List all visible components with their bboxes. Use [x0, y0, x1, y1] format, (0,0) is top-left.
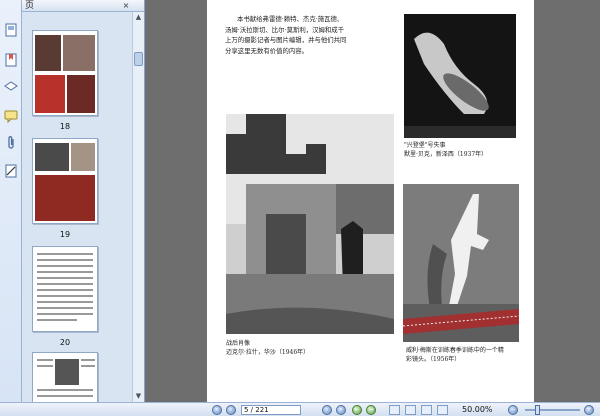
baseball-caption: 威利·梅斯在训练春季训练中的一个精 彩镜头。（1956年）: [406, 346, 526, 364]
comment-icon[interactable]: [3, 108, 19, 124]
continuous-facing-view-icon[interactable]: [437, 405, 448, 415]
document-page: 本书献给弗雷德·赖特、杰克·施瓦德、 汤姆·沃拉斯切、比尔·莫斯利，汉姆和成千 …: [207, 0, 534, 402]
intro-paragraph: 本书献给弗雷德·赖特、杰克·施瓦德、 汤姆·沃拉斯切、比尔·莫斯利，汉姆和成千 …: [225, 14, 375, 56]
caption-credit: 迈克尔·拉什，华沙（1946年）: [226, 349, 310, 356]
pdf-viewer-window: 页 × ▲ ▼ 18 19 20 本书献给弗雷德·赖特、杰克·施瓦德、 汤姆·沃…: [0, 0, 600, 416]
zoom-out-icon[interactable]: −: [508, 405, 518, 415]
thumb-text-line: [37, 265, 93, 267]
thumb-text-line: [37, 307, 93, 309]
caption-credit: 默里·贝克，新泽西（1937年）: [404, 151, 488, 158]
single-page-view-icon[interactable]: [389, 405, 400, 415]
thumbnail-page-number: 18: [59, 122, 71, 131]
intro-line: 分享这里无数有价值的内容。: [225, 46, 309, 55]
war-portrait-photo: [226, 114, 394, 334]
baseball-photo: [402, 184, 520, 342]
thumb-photo: [35, 143, 69, 171]
thumb-text-line: [81, 365, 95, 367]
layers-icon[interactable]: [3, 78, 19, 94]
thumb-text-line: [37, 301, 93, 303]
intro-line: 本书献给弗雷德·赖特、杰克·施瓦德、: [237, 15, 344, 23]
first-page-icon[interactable]: «: [212, 405, 222, 415]
pages-thumbnail-panel: 页 × ▲ ▼ 18 19 20: [22, 0, 145, 402]
attachment-icon[interactable]: [3, 135, 19, 151]
page-number-input[interactable]: 5 / 221: [241, 405, 301, 415]
thumb-text-line: [37, 389, 93, 391]
thumb-text-line: [37, 283, 93, 285]
hindenburg-photo: [404, 14, 516, 138]
thumb-photo: [35, 35, 61, 71]
caption-title: "兴登堡"号失事: [404, 142, 446, 149]
thumb-text-line: [37, 313, 93, 315]
status-bar: « ‹ 5 / 221 › » ← → 50.00% − +: [0, 402, 600, 416]
thumb-text-line: [37, 365, 53, 367]
thumb-text-line: [37, 289, 93, 291]
previous-page-icon[interactable]: ‹: [226, 405, 236, 415]
intro-line: 汤姆·沃拉斯切、比尔·莫斯利，汉姆和成千: [225, 25, 345, 34]
scroll-up-icon[interactable]: ▲: [134, 13, 143, 22]
intro-line: 上万的摄影记者与图片编辑，并与他们共同: [225, 36, 347, 44]
scrollbar-thumb[interactable]: [134, 52, 143, 66]
thumbnail-page-number: 19: [59, 230, 71, 239]
signature-icon[interactable]: [3, 163, 19, 179]
war-caption: 战后肖像 迈克尔·拉什，华沙（1946年）: [226, 339, 366, 357]
thumb-text-line: [37, 271, 93, 273]
last-page-icon[interactable]: »: [336, 405, 346, 415]
pages-icon[interactable]: [3, 22, 19, 38]
page-thumbnail-18[interactable]: [32, 30, 98, 116]
thumb-text-line: [37, 319, 77, 321]
caption-line: 威利·梅斯在训练春季训练中的一个精: [406, 347, 504, 354]
panel-scrollbar[interactable]: ▲ ▼: [132, 12, 144, 402]
navigation-tool-strip: [0, 0, 22, 402]
thumb-photo: [35, 175, 95, 221]
forward-icon[interactable]: →: [366, 405, 376, 415]
zoom-slider[interactable]: [525, 409, 580, 411]
next-page-icon[interactable]: ›: [322, 405, 332, 415]
thumb-text-line: [37, 259, 93, 261]
zoom-level: 50.00%: [462, 405, 493, 414]
close-icon[interactable]: ×: [121, 1, 131, 11]
thumb-text-line: [81, 359, 95, 361]
document-view[interactable]: 本书献给弗雷德·赖特、杰克·施瓦德、 汤姆·沃拉斯切、比尔·莫斯利，汉姆和成千 …: [146, 0, 600, 402]
page-thumbnail-20[interactable]: [32, 246, 98, 332]
zoom-slider-handle[interactable]: [535, 405, 540, 415]
continuous-view-icon[interactable]: [405, 405, 416, 415]
panel-header: 页 ×: [22, 0, 144, 12]
page-thumbnail-21[interactable]: [32, 352, 98, 402]
thumbnail-page-number: 20: [59, 338, 71, 347]
thumb-photo: [63, 35, 95, 71]
scroll-down-icon[interactable]: ▼: [134, 392, 143, 401]
caption-title: 战后肖像: [226, 340, 251, 347]
panel-title: 页: [25, 1, 35, 11]
thumb-text-line: [37, 253, 93, 255]
thumb-text-line: [37, 359, 53, 361]
back-icon[interactable]: ←: [352, 405, 362, 415]
thumb-text-line: [37, 295, 93, 297]
thumb-photo: [55, 359, 79, 385]
thumb-photo: [35, 75, 65, 113]
thumb-text-line: [37, 395, 93, 397]
caption-line: 彩镜头。（1956年）: [406, 356, 461, 363]
zoom-in-icon[interactable]: +: [584, 405, 594, 415]
thumb-photo: [71, 143, 95, 171]
hindenburg-caption: "兴登堡"号失事 默里·贝克，新泽西（1937年）: [404, 141, 524, 159]
page-thumbnail-19[interactable]: [32, 138, 98, 224]
facing-view-icon[interactable]: [421, 405, 432, 415]
bookmark-icon[interactable]: [3, 52, 19, 68]
thumb-text-line: [37, 277, 93, 279]
thumb-photo: [67, 75, 95, 113]
